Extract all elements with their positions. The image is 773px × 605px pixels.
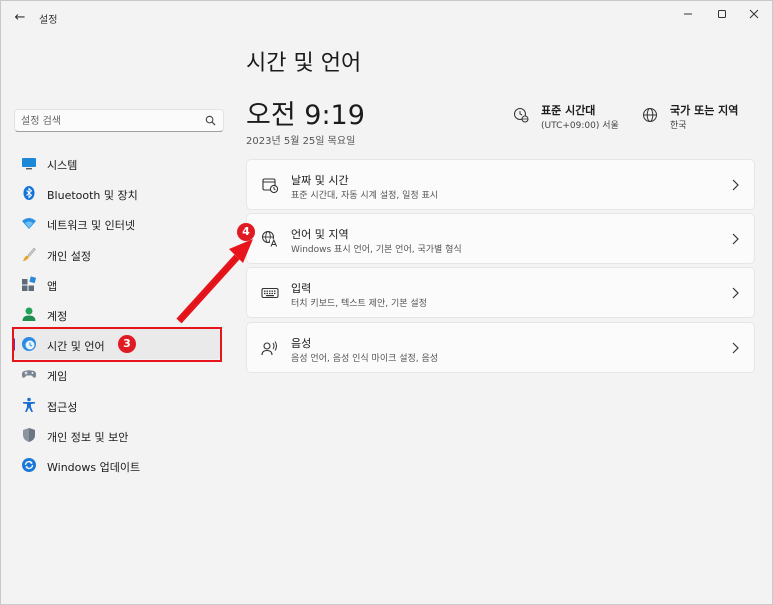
sidebar-item-label: Bluetooth 및 장치: [47, 189, 138, 203]
sidebar-item-system[interactable]: 시스템: [12, 148, 220, 178]
region-title: 국가 또는 지역: [670, 104, 739, 117]
chevron-right-icon: [732, 179, 739, 191]
card-date-time[interactable]: 날짜 및 시간 표준 시간대, 자동 시계 설정, 일정 표시: [246, 159, 755, 210]
sidebar-item-label: 개인 설정: [47, 249, 91, 263]
sidebar-item-label: 시스템: [47, 159, 78, 172]
sidebar-item-label: Windows 업데이트: [47, 460, 141, 474]
sidebar-item-label: 접근성: [47, 400, 78, 414]
maximize-icon: [718, 10, 726, 18]
card-typing[interactable]: 입력 터치 키보드, 텍스트 제안, 기본 설정: [246, 267, 755, 318]
apps-icon: [22, 276, 37, 291]
minimize-button[interactable]: [671, 5, 705, 23]
sidebar-item-label: 앱: [47, 279, 58, 293]
update-icon: [22, 457, 36, 472]
app-title: 설정: [39, 15, 58, 26]
close-button[interactable]: [737, 5, 771, 23]
maximize-button[interactable]: [705, 5, 739, 23]
account-icon: [22, 307, 36, 321]
card-subtitle: Windows 표시 언어, 기본 언어, 국가별 형식: [291, 245, 462, 255]
search-input[interactable]: [21, 113, 201, 129]
card-language-region[interactable]: 언어 및 지역 Windows 표시 언어, 기본 언어, 국가별 형식: [246, 213, 755, 264]
sidebar-item-label: 개인 정보 및 보안: [47, 430, 129, 444]
gamepad-icon: [21, 370, 37, 379]
card-title: 언어 및 지역: [291, 228, 349, 241]
bluetooth-icon: [23, 186, 35, 201]
calendar-clock-icon: [262, 178, 279, 194]
current-date: 2023년 5월 25일 목요일: [246, 136, 356, 147]
accessibility-icon: [23, 397, 35, 412]
card-subtitle: 터치 키보드, 텍스트 제안, 기본 설정: [291, 299, 427, 309]
page-title: 시간 및 언어: [246, 51, 362, 76]
annotation-highlight-box: [12, 327, 222, 362]
brush-icon: [22, 247, 36, 261]
chevron-right-icon: [732, 342, 739, 354]
annotation-step-3-badge: 3: [118, 335, 136, 353]
back-button[interactable]: ←: [11, 9, 29, 27]
card-title: 날짜 및 시간: [291, 174, 349, 187]
search-box[interactable]: [14, 109, 224, 132]
card-title: 음성: [291, 337, 312, 350]
close-icon: [749, 9, 759, 19]
card-subtitle: 표준 시간대, 자동 시계 설정, 일정 표시: [291, 191, 439, 201]
chevron-right-icon: [732, 287, 739, 299]
annotation-step-4-badge: 4: [237, 223, 255, 241]
timezone-globe-icon: [514, 108, 529, 123]
wifi-icon: [22, 218, 36, 230]
shield-icon: [23, 427, 35, 442]
timezone-value: (UTC+09:00) 서울: [541, 121, 619, 131]
sidebar-item-gaming[interactable]: 게임: [12, 359, 220, 389]
region-value: 한국: [670, 121, 687, 131]
globe-icon: [643, 108, 657, 122]
search-icon[interactable]: [205, 115, 216, 126]
card-subtitle: 음성 언어, 음성 인식 마이크 설정, 음성: [291, 354, 439, 364]
sidebar-item-accessibility[interactable]: 접근성: [12, 390, 220, 420]
sidebar-item-label: 계정: [47, 309, 68, 323]
chevron-right-icon: [732, 233, 739, 245]
sidebar-item-windows-update[interactable]: Windows 업데이트: [12, 450, 220, 480]
speech-icon: [261, 341, 277, 356]
current-time: 오전 9:19: [246, 100, 365, 131]
sidebar-item-label: 게임: [47, 370, 68, 384]
title-bar: ← 설정: [1, 1, 772, 35]
sidebar-item-bluetooth[interactable]: Bluetooth 및 장치: [12, 178, 220, 208]
monitor-icon: [22, 158, 36, 170]
minimize-icon: [684, 13, 692, 15]
sidebar-item-label: 네트워크 및 인터넷: [47, 219, 135, 233]
annotation-arrow: [176, 239, 253, 324]
card-speech[interactable]: 음성 음성 언어, 음성 인식 마이크 설정, 음성: [246, 322, 755, 373]
card-title: 입력: [291, 282, 312, 295]
settings-window: ← 설정 시스템: [0, 0, 773, 605]
sidebar-item-privacy[interactable]: 개인 정보 및 보안: [12, 420, 220, 450]
timezone-title: 표준 시간대: [541, 104, 596, 117]
